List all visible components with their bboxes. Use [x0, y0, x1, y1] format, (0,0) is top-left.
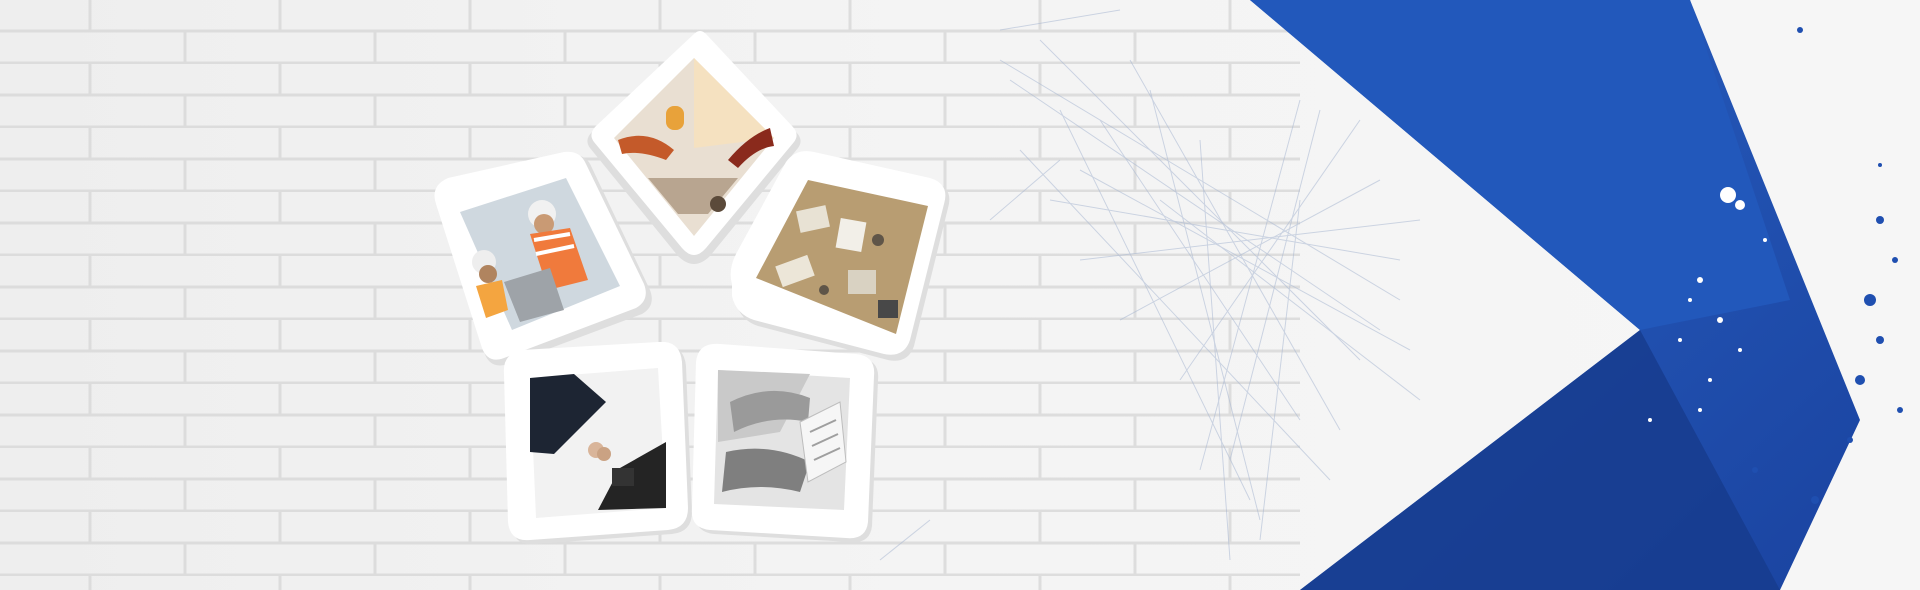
- photo-tile-right[interactable]: [728, 150, 962, 372]
- photo-tile-bottom-left[interactable]: [500, 342, 696, 546]
- photo-tile-left[interactable]: [420, 150, 660, 372]
- photo-tile-bottom-right[interactable]: [690, 342, 886, 546]
- hero-banner: [0, 0, 1920, 590]
